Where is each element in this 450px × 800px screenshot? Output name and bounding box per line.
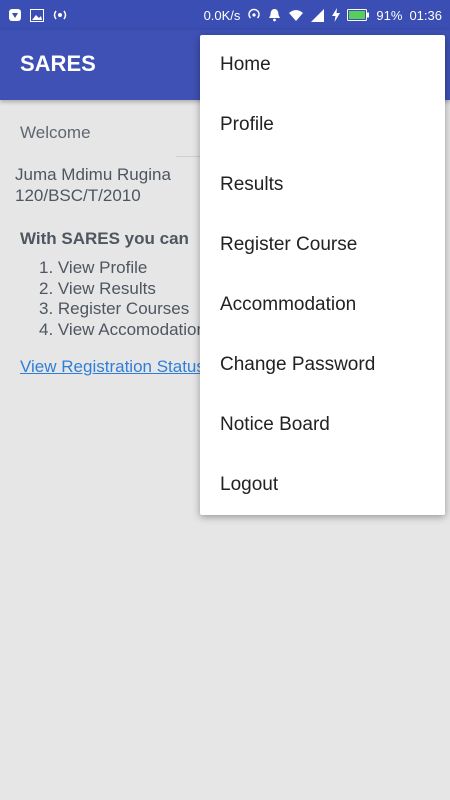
app-title: SARES [20,51,96,76]
menu-item-profile[interactable]: Profile [200,95,445,155]
battery-percent: 91% [376,7,403,23]
shield-icon [8,8,22,22]
menu-item-change-password[interactable]: Change Password [200,335,445,395]
menu-item-logout[interactable]: Logout [200,455,445,515]
signal-icon [311,8,325,22]
registration-number: 120/BSC/T/2010 [15,186,141,205]
network-speed: 0.0K/s [203,7,241,23]
menu-item-notice-board[interactable]: Notice Board [200,395,445,455]
welcome-label: Welcome [20,123,91,142]
hotspot-icon [247,8,261,22]
features-list: 1. View Profile 2. View Results 3. Regis… [39,258,206,340]
battery-icon [347,9,370,21]
broadcast-icon [52,9,68,21]
status-bar: 0.0K/s 91% 01:36 [0,0,450,30]
overflow-menu: Home Profile Results Register Course Acc… [200,35,445,515]
list-item: 3. Register Courses [39,299,190,318]
menu-item-accommodation[interactable]: Accommodation [200,275,445,335]
features-heading: With SARES you can [20,229,189,248]
image-icon [30,8,44,22]
menu-item-register-course[interactable]: Register Course [200,215,445,275]
alarm-icon [268,8,281,22]
wifi-icon [288,9,304,22]
list-item: 1. View Profile [39,258,148,277]
charging-icon [332,8,341,22]
list-item: 4. View Accomodation [39,319,206,339]
menu-item-home[interactable]: Home [200,35,445,95]
student-name: Juma Mdimu Rugina [15,165,171,184]
list-item: 2. View Results [39,278,156,298]
clock: 01:36 [409,7,442,23]
menu-item-results[interactable]: Results [200,155,445,215]
registration-status-link[interactable]: View Registration Status [20,357,205,377]
